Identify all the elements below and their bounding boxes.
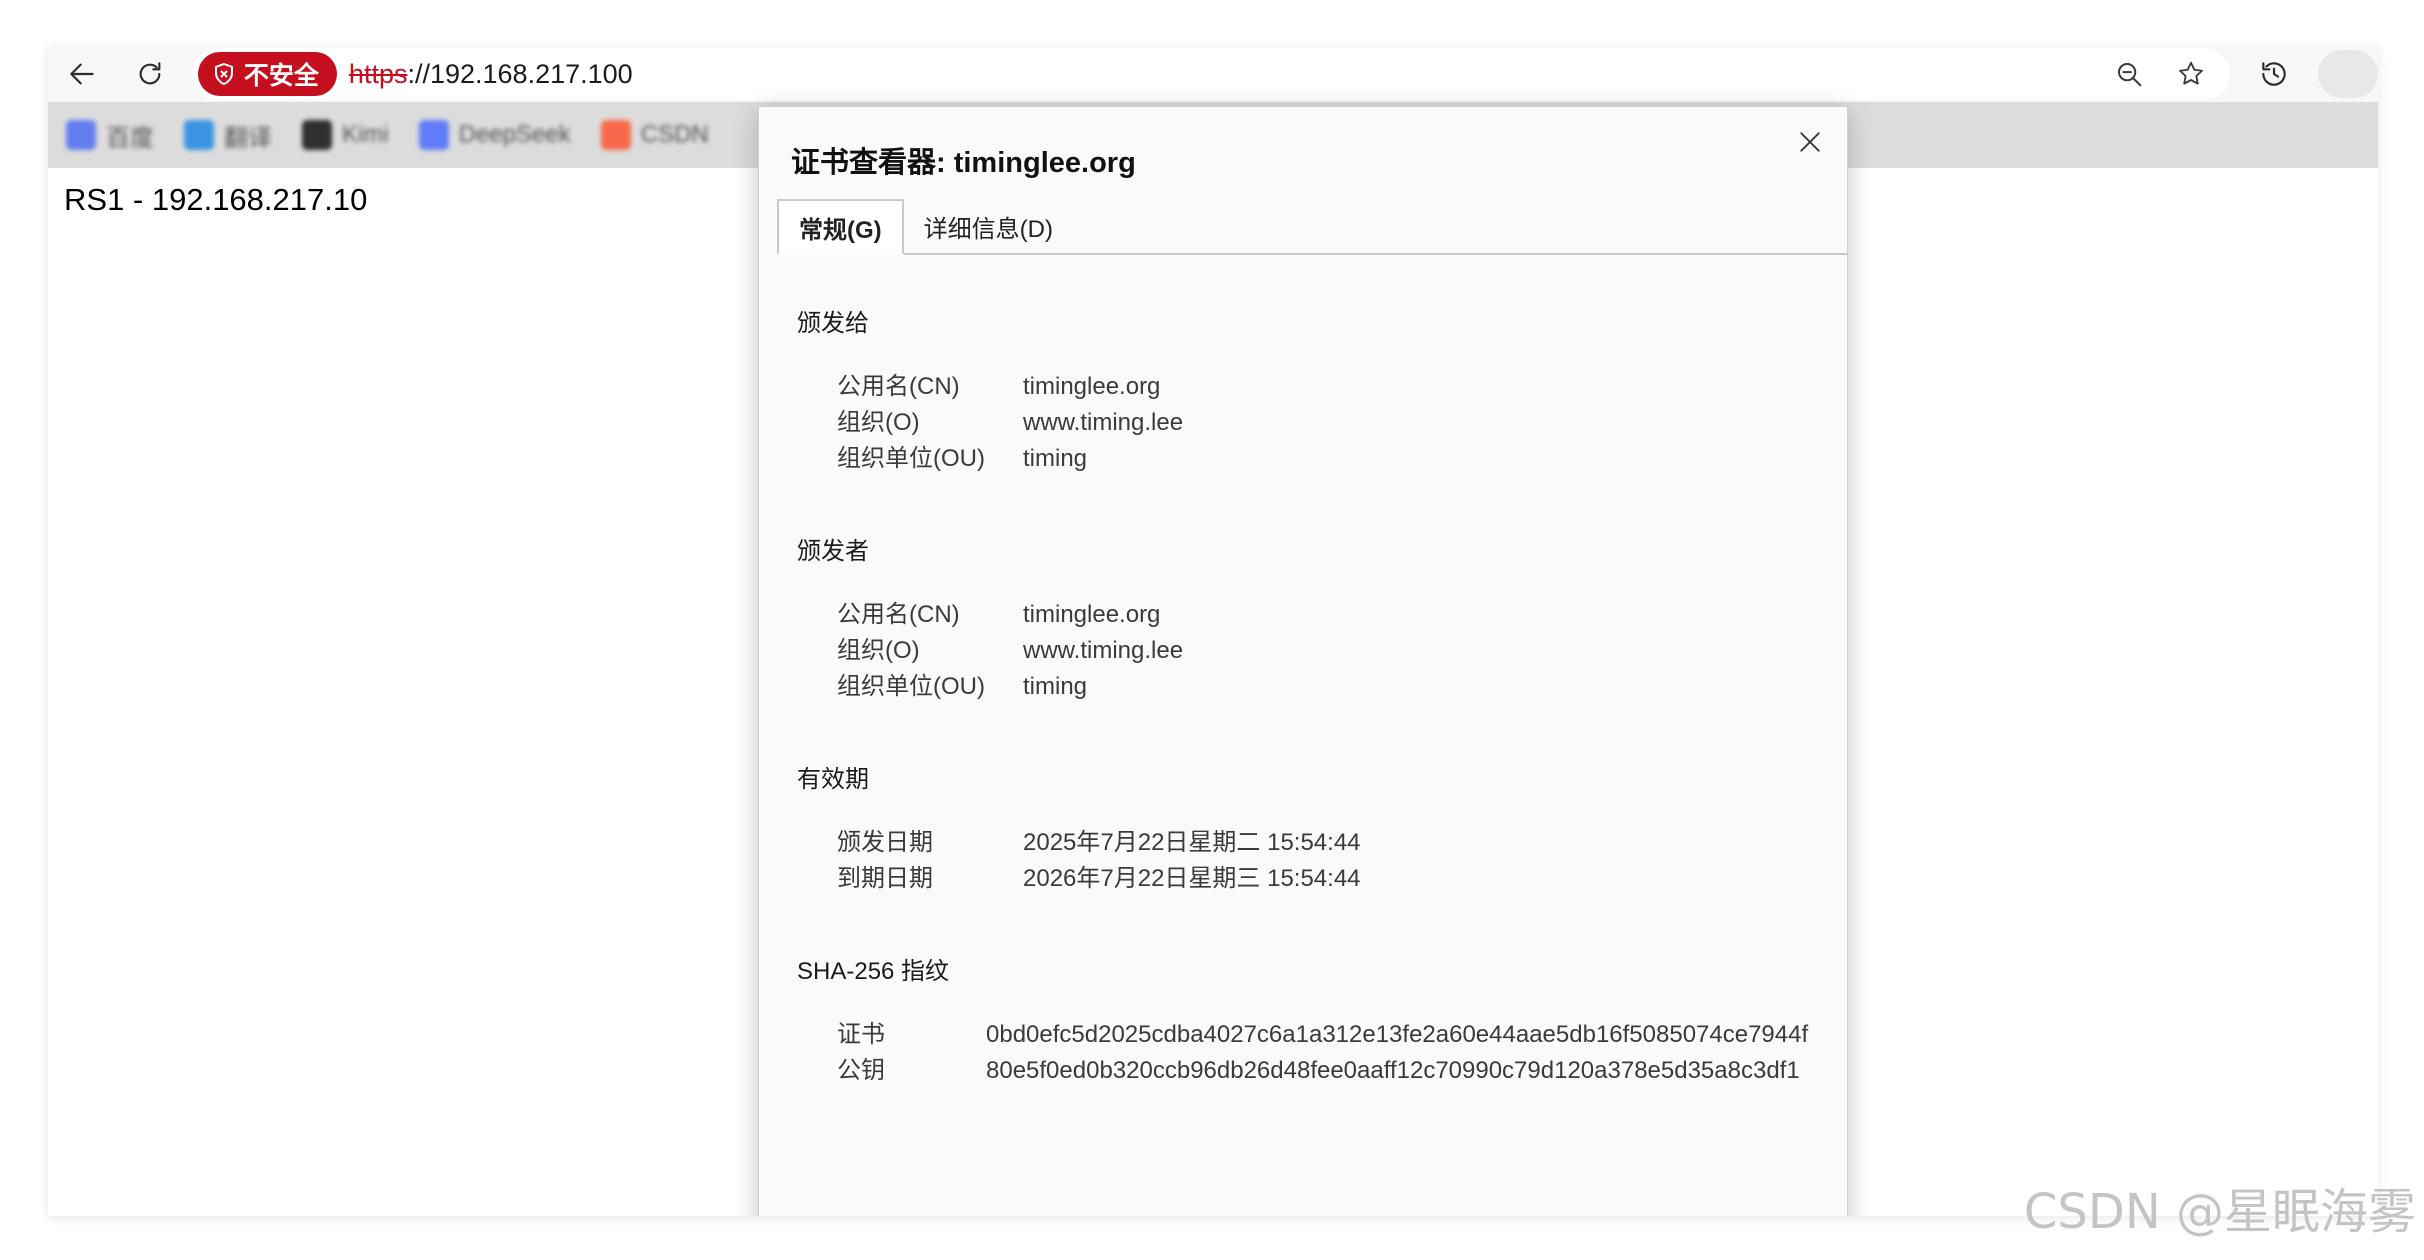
field-row: 组织单位(OU) timing	[837, 669, 1183, 705]
reload-button[interactable]	[126, 50, 174, 98]
star-icon	[2179, 61, 2204, 85]
field-value: timinglee.org	[1023, 373, 1161, 400]
field-label: 公用名(CN)	[837, 601, 960, 628]
bookmark-item[interactable]: Kimi	[302, 120, 389, 150]
browser-toolbar: 不安全 https://192.168.217.100	[48, 46, 2378, 102]
field-value: 2025年7月22日星期二 15:54:44	[1023, 829, 1361, 856]
field-label: 公钥	[837, 1057, 885, 1084]
field-value: timinglee.org	[1023, 601, 1161, 628]
bookmark-favicon-icon	[600, 120, 631, 150]
field-row: 公用名(CN) timinglee.org	[837, 369, 1183, 405]
validity-section: 有效期 颁发日期 2025年7月22日星期二 15:54:44 到期日期 2026年…	[797, 763, 1361, 897]
field-value: timing	[1023, 673, 1088, 700]
field-row: 公用名(CN) timinglee.org	[837, 597, 1183, 633]
zoom-out-icon	[2118, 63, 2142, 87]
fingerprint-section: SHA-256 指纹 证书 0bd0efc5d2025cdba4027c6a1a3…	[797, 955, 1808, 1089]
browser-window: 不安全 https://192.168.217.100 百度 翻译 Kimi D…	[48, 46, 2378, 1216]
field-value: 0bd0efc5d2025cdba4027c6a1a312e13fe2a60e4…	[986, 1021, 1809, 1048]
bookmark-item[interactable]: CSDN	[600, 120, 709, 150]
not-secure-label: 不安全	[243, 62, 319, 90]
field-value: www.timing.lee	[1023, 637, 1184, 664]
close-button[interactable]	[1787, 119, 1833, 165]
issued-by-section: 颁发者 公用名(CN) timinglee.org 组织(O) www.timing…	[797, 535, 1183, 705]
field-label: 颁发日期	[837, 829, 933, 856]
certificate-viewer-dialog: 证书查看器: timinglee.org 常规(G) 详细信息(D) 颁发给 公…	[758, 106, 1848, 1216]
tab-general[interactable]: 常规(G)	[777, 199, 904, 255]
field-value: www.timing.lee	[1023, 409, 1184, 436]
shield-warning-icon	[214, 62, 233, 86]
bookmark-label: DeepSeek	[458, 121, 571, 148]
bookmark-label: 百度	[106, 124, 154, 152]
bookmark-label: Kimi	[342, 121, 389, 148]
bookmark-item[interactable]: DeepSeek	[418, 120, 571, 150]
bookmark-label: 翻译	[224, 124, 272, 152]
section-title: SHA-256 指纹	[797, 958, 950, 985]
field-row: 组织(O) www.timing.lee	[837, 633, 1183, 669]
watermark: CSDN @星眠海雾	[2023, 1184, 2416, 1240]
reload-icon	[139, 62, 161, 85]
history-icon	[2262, 62, 2286, 86]
bookmark-label: CSDN	[640, 121, 709, 148]
back-button[interactable]	[58, 50, 106, 98]
tab-details[interactable]: 详细信息(D)	[904, 199, 1073, 253]
bookmark-item[interactable]: 翻译	[184, 118, 272, 153]
field-label: 组织(O)	[837, 637, 920, 664]
field-value: timing	[1023, 445, 1088, 472]
address-bar[interactable]: 不安全 https://192.168.217.100	[191, 48, 2231, 100]
field-row: 证书 0bd0efc5d2025cdba4027c6a1a312e13fe2a60…	[837, 1017, 1808, 1053]
issued-to-section: 颁发给 公用名(CN) timinglee.org 组织(O) www.timing…	[797, 307, 1183, 477]
history-button[interactable]	[2250, 50, 2298, 98]
field-row: 组织(O) www.timing.lee	[837, 405, 1183, 441]
page-body-text: RS1 - 192.168.217.10	[64, 182, 368, 217]
close-icon	[1800, 132, 1820, 152]
section-title: 颁发给	[797, 310, 869, 337]
field-label: 组织(O)	[837, 409, 920, 436]
arrow-left-icon	[70, 63, 94, 85]
dialog-tabs: 常规(G) 详细信息(D)	[777, 199, 1847, 255]
bookmark-favicon-icon	[302, 120, 332, 150]
bookmark-favicon-icon	[418, 120, 449, 150]
field-row: 组织单位(OU) timing	[837, 441, 1183, 477]
field-row: 公钥 80e5f0ed0b320ccb96db26d48fee0aaff12c70…	[837, 1053, 1808, 1089]
bookmark-favicon-icon	[184, 120, 214, 150]
url-scheme: https	[348, 58, 408, 89]
field-row: 到期日期 2026年7月22日星期三 15:54:44	[837, 861, 1361, 897]
field-label: 公用名(CN)	[837, 373, 960, 400]
dialog-title: 证书查看器: timinglee.org	[791, 147, 1136, 179]
field-value: 2026年7月22日星期三 15:54:44	[1023, 865, 1361, 892]
zoom-button[interactable]	[2106, 51, 2152, 97]
url-host: ://192.168.217.100	[407, 58, 633, 89]
bookmark-favicon-icon	[66, 120, 96, 150]
section-title: 颁发者	[797, 538, 869, 565]
url-text[interactable]: https://192.168.217.100	[349, 59, 633, 90]
profile-button[interactable]	[2318, 50, 2378, 98]
not-secure-badge[interactable]: 不安全	[197, 52, 337, 96]
bookmark-item[interactable]: 百度	[66, 118, 154, 153]
section-title: 有效期	[797, 766, 869, 793]
field-row: 颁发日期 2025年7月22日星期二 15:54:44	[837, 825, 1361, 861]
field-label: 组织单位(OU)	[837, 445, 985, 472]
field-label: 证书	[837, 1021, 885, 1048]
field-label: 到期日期	[837, 865, 933, 892]
field-label: 组织单位(OU)	[837, 673, 985, 700]
favorite-button[interactable]	[2168, 51, 2214, 97]
field-value: 80e5f0ed0b320ccb96db26d48fee0aaff12c7099…	[986, 1057, 1800, 1084]
